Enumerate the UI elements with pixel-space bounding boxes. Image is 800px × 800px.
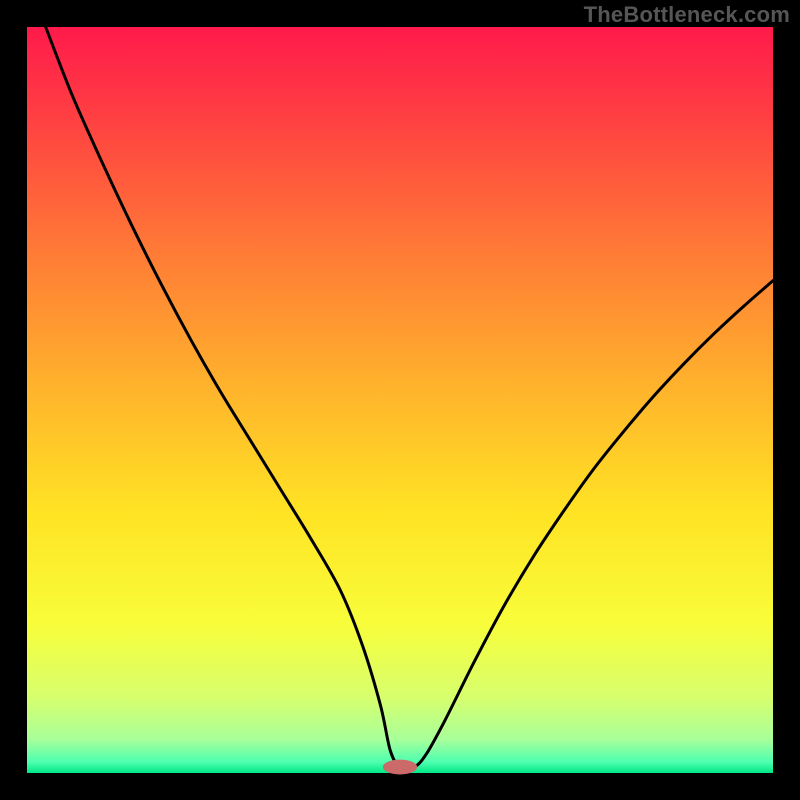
chart-frame: TheBottleneck.com <box>0 0 800 800</box>
optimum-marker <box>383 760 417 775</box>
plot-background <box>27 27 773 773</box>
bottleneck-chart <box>0 0 800 800</box>
